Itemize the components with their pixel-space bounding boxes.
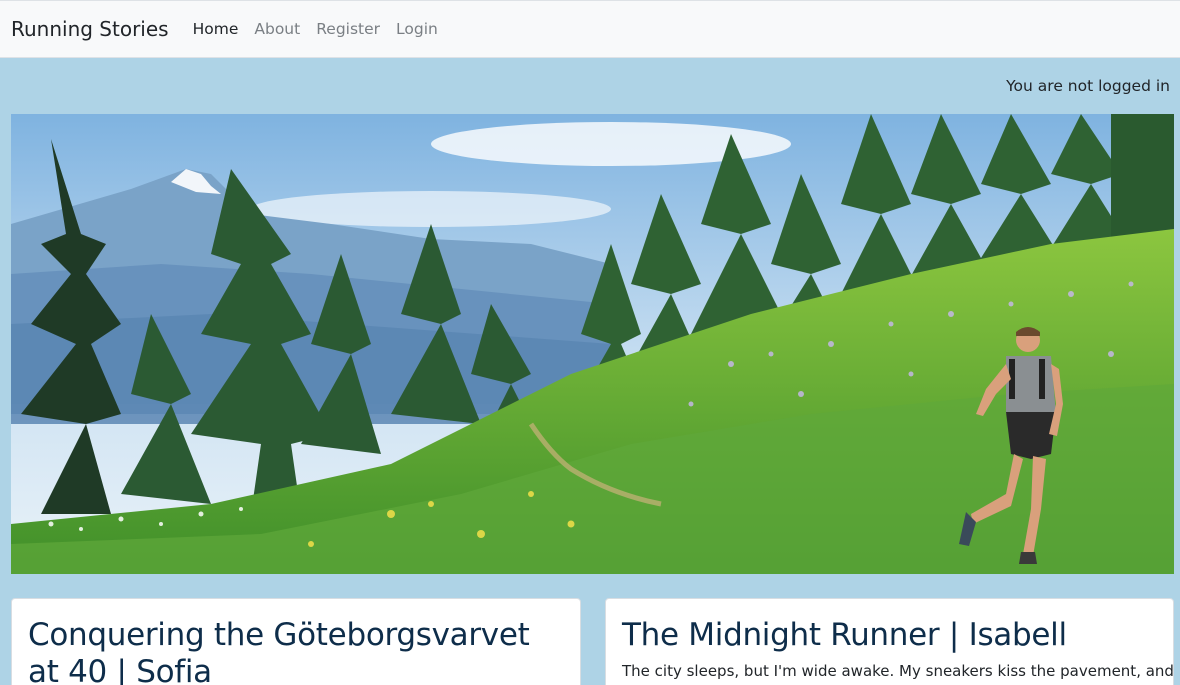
nav-link-home[interactable]: Home [193,20,239,38]
story-title[interactable]: The Midnight Runner | Isabell [622,617,1157,654]
hero-image [11,114,1174,574]
story-card-isabell[interactable]: The Midnight Runner | Isabell The city s… [605,598,1174,685]
top-navbar: Running Stories Home About Register Logi… [0,0,1180,58]
login-status-text: You are not logged in [1006,77,1170,95]
brand-link[interactable]: Running Stories [11,17,169,41]
story-excerpt: The city sleeps, but I'm wide awake. My … [622,662,1174,680]
nav-link-register[interactable]: Register [316,20,380,38]
story-card-sofia[interactable]: Conquering the Göteborgsvarvet at 40 | S… [11,598,581,685]
story-title[interactable]: Conquering the Göteborgsvarvet at 40 | S… [28,617,564,685]
nav-link-login[interactable]: Login [396,20,438,38]
nav-link-about[interactable]: About [254,20,300,38]
